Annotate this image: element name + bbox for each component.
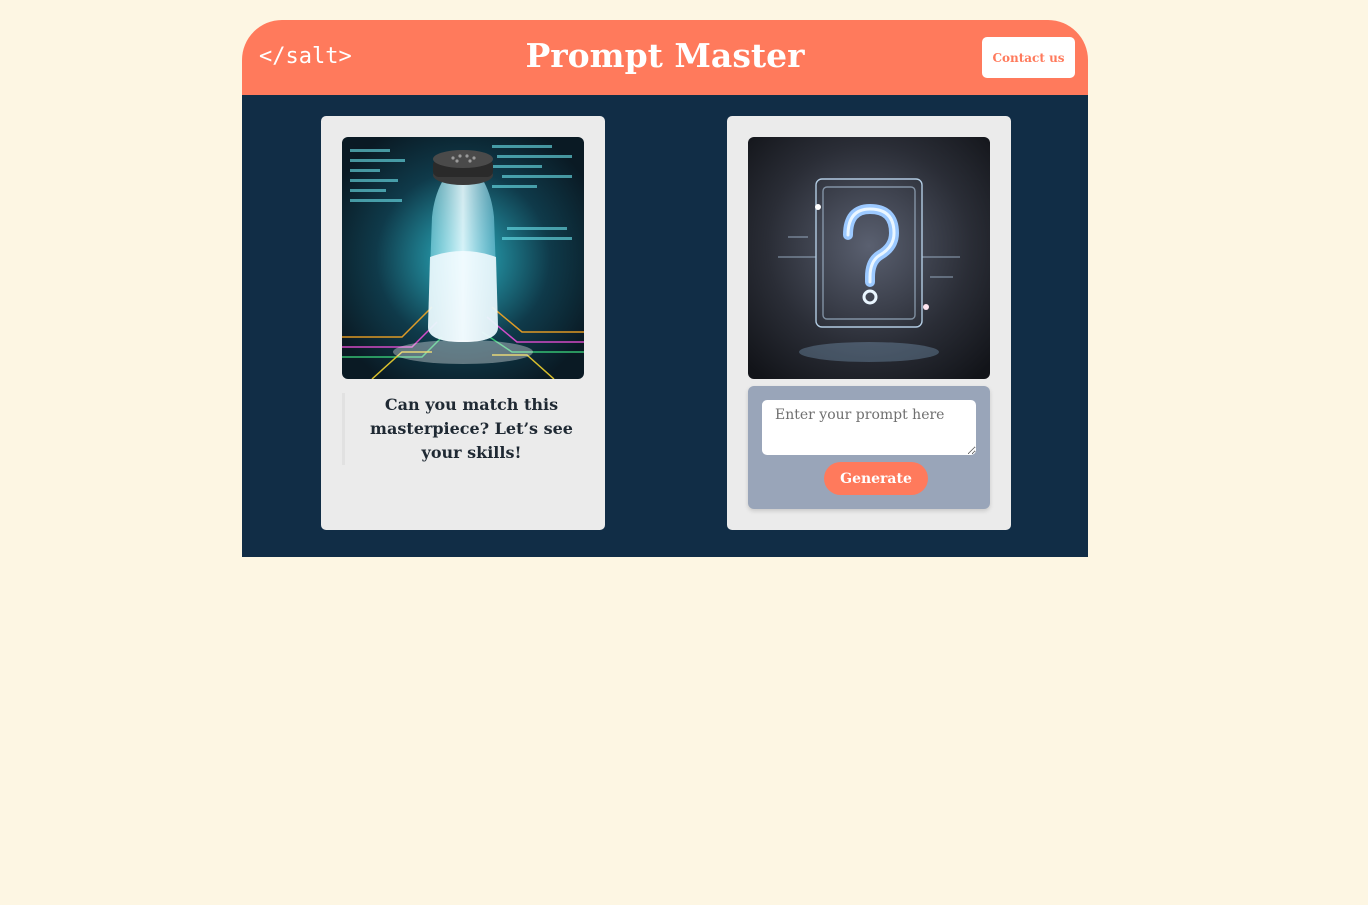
prompt-input[interactable] [762,400,976,455]
generate-card: Generate [727,116,1011,530]
prompt-panel: Generate [748,386,990,509]
main-area: Can you match this masterpiece? Let’s se… [242,95,1088,557]
app-container: </salt> Prompt Master Contact us Can you… [242,20,1088,557]
challenge-caption: Can you match this masterpiece? Let’s se… [342,393,588,465]
generate-button[interactable]: Generate [824,462,928,495]
contact-us-button[interactable]: Contact us [982,37,1075,78]
page-title: Prompt Master [525,36,805,75]
question-mark-image [748,137,990,379]
salt-shaker-image [342,137,584,379]
challenge-card: Can you match this masterpiece? Let’s se… [321,116,605,530]
header-bar: </salt> Prompt Master Contact us [242,20,1088,95]
